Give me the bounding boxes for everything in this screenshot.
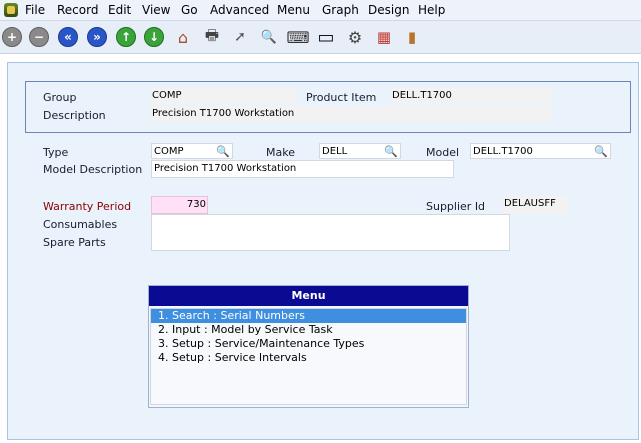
description-value: Precision T1700 Workstation [150, 106, 552, 122]
header-group-box: Group COMP Product Item DELL.T1700 Descr… [25, 81, 631, 133]
menu-option-search-serial-numbers[interactable]: 1. Search : Serial Numbers [151, 309, 466, 323]
type-lookup-search-icon[interactable]: 🔍 [216, 144, 230, 159]
menu-option-input-model-by-service-task[interactable]: 2. Input : Model by Service Task [151, 323, 466, 337]
type-label: Type [43, 146, 69, 159]
warranty-period-field[interactable]: 730 [151, 196, 208, 214]
app-logo-icon [4, 3, 18, 17]
group-label: Group [43, 91, 77, 104]
menu-panel-title: Menu [149, 286, 468, 306]
menu-option-setup-service-intervals[interactable]: 4. Setup : Service Intervals [151, 351, 466, 365]
monitor-button[interactable]: ▭ [315, 26, 337, 48]
consumables-spare-parts-textarea[interactable] [151, 214, 510, 251]
supplier-id-label: Supplier Id [426, 200, 486, 213]
consumables-label: Consumables [43, 218, 118, 231]
up-arrow-icon: ↑ [116, 27, 136, 47]
monitor-icon: ▭ [317, 26, 335, 48]
type-value: COMP [154, 146, 184, 157]
make-label: Make [266, 146, 295, 159]
warranty-period-label: Warranty Period [43, 200, 132, 213]
toolbar: + − « » ↑ ↓ ⌂ 🖶 ➚ 🔍 ⌨ ▭ ⚙ ▦ ▮ [0, 21, 641, 54]
content-panel: Group COMP Product Item DELL.T1700 Descr… [7, 62, 639, 440]
keyboard-icon: ⌨ [286, 27, 310, 47]
model-lookup-search-icon[interactable]: 🔍 [594, 144, 608, 159]
menu-record[interactable]: Record [57, 3, 98, 17]
model-field[interactable]: DELL.T1700 🔍 [470, 143, 611, 159]
menu-view[interactable]: View [142, 3, 170, 17]
model-label: Model [426, 146, 460, 159]
down-arrow-icon: ↓ [144, 27, 164, 47]
menu-graph[interactable]: Graph [322, 3, 359, 17]
print-button[interactable]: 🖶 [201, 26, 223, 48]
printer-icon: 🖶 [204, 25, 220, 44]
home-icon: ⌂ [177, 27, 189, 47]
last-record-button[interactable]: » [86, 26, 108, 48]
product-item-label: Product Item [306, 91, 377, 104]
calendar-icon: ▦ [376, 28, 392, 46]
product-item-value: DELL.T1700 [390, 88, 552, 104]
add-circle-icon: + [2, 27, 22, 47]
delete-record-button[interactable]: − [28, 26, 50, 48]
exit-door-icon: ▮ [407, 28, 417, 46]
menu-design[interactable]: Design [368, 3, 409, 17]
menu-bar: File Record Edit View Go Advanced Menu G… [0, 0, 641, 21]
model-description-field[interactable]: Precision T1700 Workstation [151, 160, 454, 178]
model-description-label: Model Description [43, 163, 143, 176]
settings-gear-icon: ⚙ [347, 27, 363, 47]
make-lookup-search-icon[interactable]: 🔍 [384, 144, 398, 159]
model-value: DELL.T1700 [473, 146, 533, 157]
menu-help[interactable]: Help [418, 3, 445, 17]
settings-button[interactable]: ⚙ [344, 26, 366, 48]
add-record-button[interactable]: + [1, 26, 23, 48]
cursor-icon: ➚ [234, 29, 246, 45]
menu-list: 1. Search : Serial Numbers 2. Input : Mo… [150, 308, 467, 405]
search-button[interactable]: 🔍 [258, 26, 280, 48]
menu-option-setup-service-maintenance-types[interactable]: 3. Setup : Service/Maintenance Types [151, 337, 466, 351]
menu-edit[interactable]: Edit [108, 3, 131, 17]
make-value: DELL [322, 146, 348, 157]
menu-advanced[interactable]: Advanced [210, 3, 269, 17]
menu-panel: Menu 1. Search : Serial Numbers 2. Input… [148, 285, 469, 408]
menu-go[interactable]: Go [181, 3, 198, 17]
description-label: Description [43, 109, 106, 122]
supplier-id-value: DELAUSFF [502, 196, 568, 214]
exit-button[interactable]: ▮ [401, 26, 423, 48]
next-record-button[interactable]: ↓ [143, 26, 165, 48]
spare-parts-label: Spare Parts [43, 236, 106, 249]
last-record-icon: » [87, 27, 107, 47]
search-icon: 🔍 [260, 29, 278, 45]
group-value: COMP [150, 88, 298, 104]
home-button[interactable]: ⌂ [172, 26, 194, 48]
first-record-button[interactable]: « [57, 26, 79, 48]
first-record-icon: « [58, 27, 78, 47]
make-field[interactable]: DELL 🔍 [319, 143, 401, 159]
menu-menu[interactable]: Menu [277, 3, 310, 17]
remove-circle-icon: − [29, 27, 49, 47]
calendar-button[interactable]: ▦ [373, 26, 395, 48]
type-field[interactable]: COMP 🔍 [151, 143, 233, 159]
keyboard-button[interactable]: ⌨ [286, 26, 310, 48]
pointer-button[interactable]: ➚ [229, 26, 251, 48]
previous-record-button[interactable]: ↑ [115, 26, 137, 48]
menu-file[interactable]: File [25, 3, 45, 17]
